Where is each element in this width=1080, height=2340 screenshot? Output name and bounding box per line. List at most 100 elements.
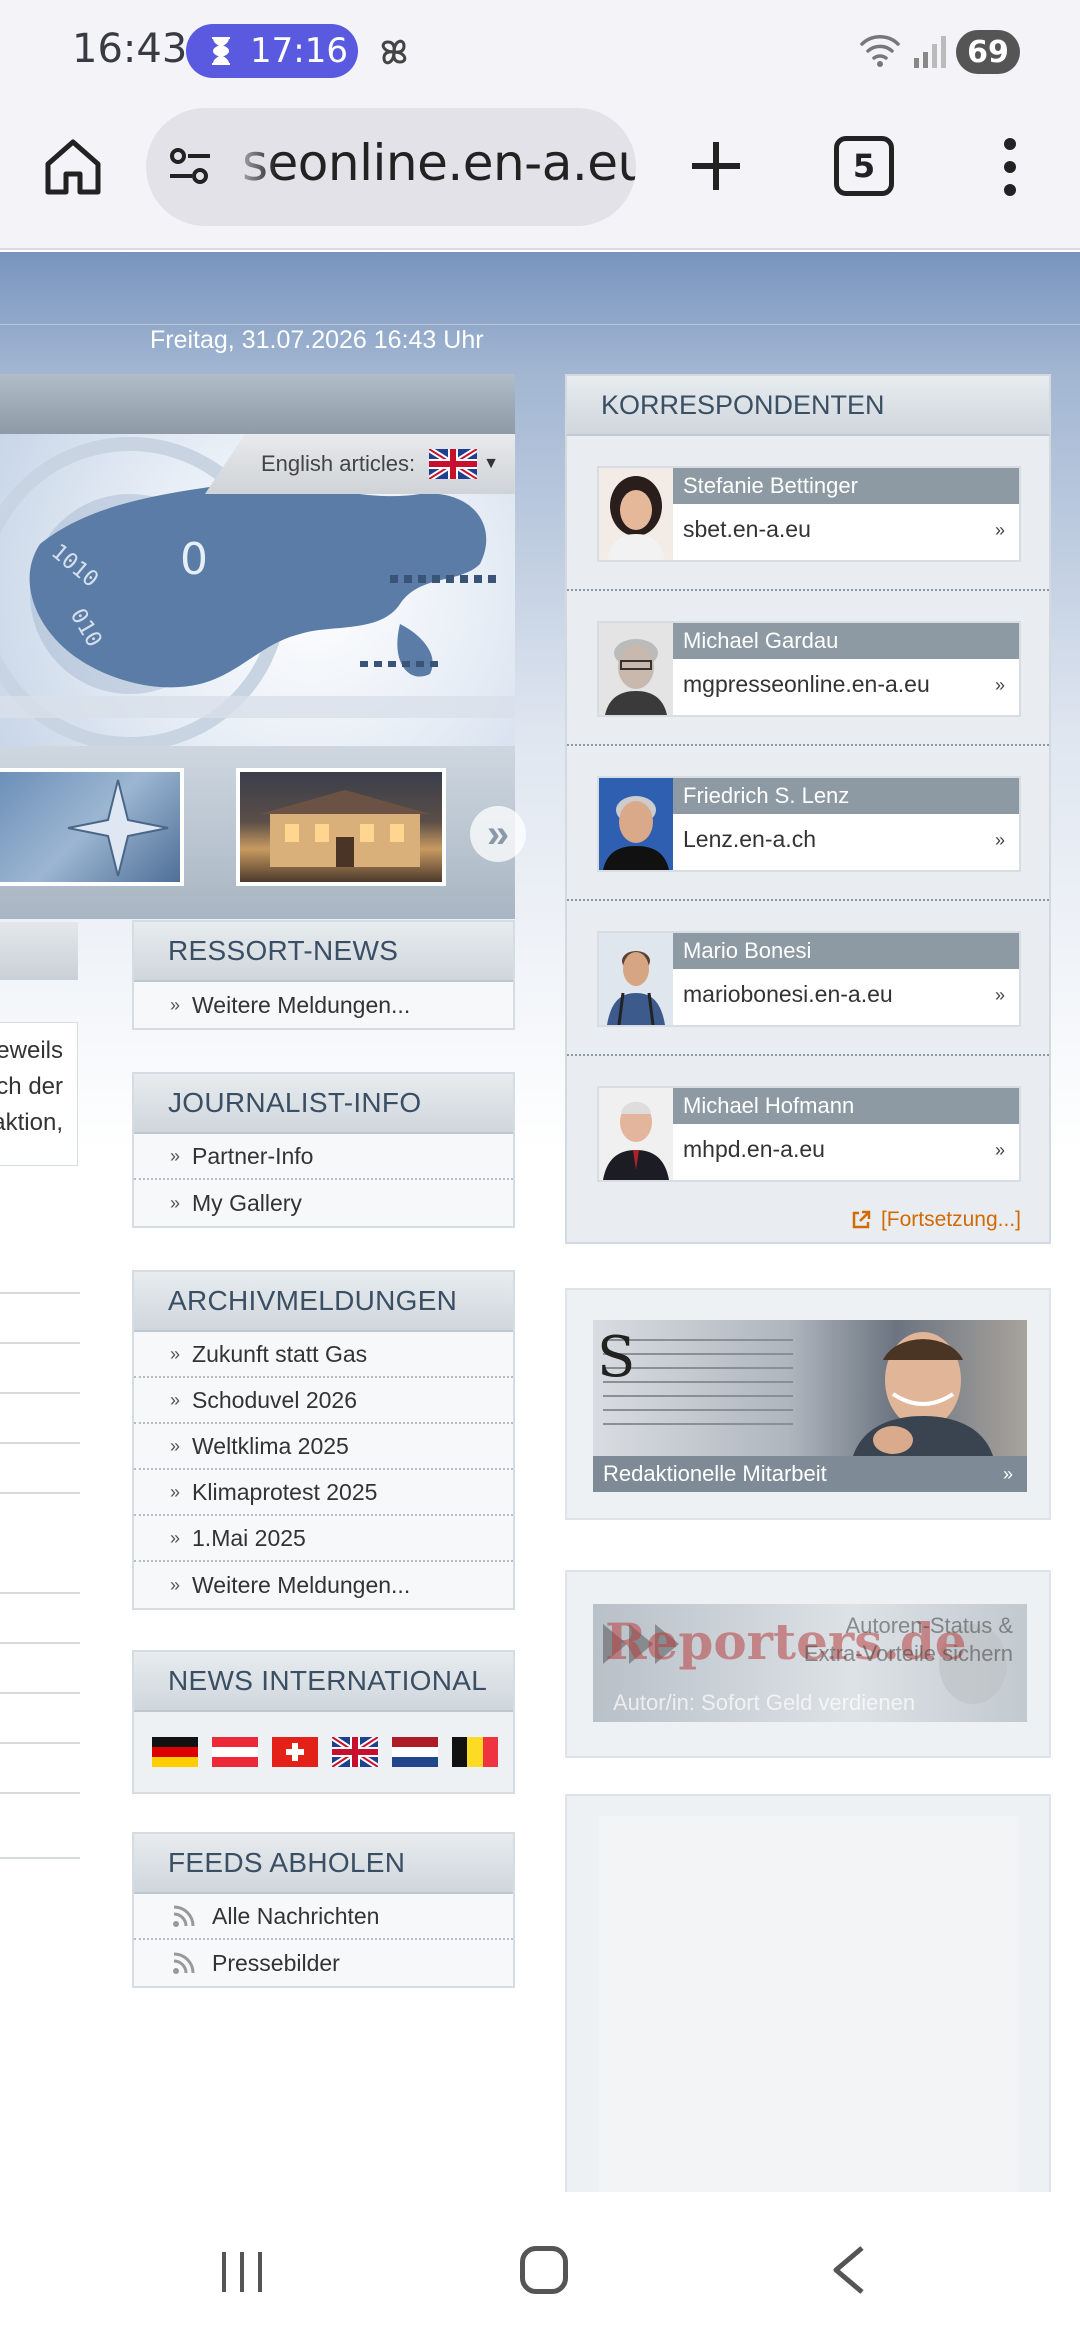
left-text-line: aktion, (0, 1109, 63, 1136)
feeds-box: FEEDS ABHOLEN Alle Nachrichten Pressebil… (132, 1832, 515, 1988)
avatar (599, 778, 673, 870)
home-icon[interactable] (40, 134, 106, 200)
avatar (599, 623, 673, 715)
link-label: Zukunft statt Gas (192, 1340, 368, 1367)
archive-link[interactable]: » Weltklima 2025 (134, 1424, 513, 1470)
correspondent-card[interactable]: Mario Bonesi mariobonesi.en-a.eu » (597, 931, 1021, 1027)
address-bar[interactable]: seonline.en-a.eu (146, 108, 636, 226)
ad-caption-text: Redaktionelle Mitarbeit (603, 1461, 827, 1486)
korrespondenten-title: KORRESPONDENTEN (567, 376, 1049, 436)
switzerland-flag-icon[interactable] (272, 1737, 318, 1767)
villa-thumbnail[interactable] (236, 768, 446, 886)
ad-line: Autoren-Status & (845, 1613, 1013, 1638)
archivmeldungen-title: ARCHIVMELDUNGEN (134, 1272, 513, 1332)
country-flags (134, 1712, 513, 1792)
tab-switcher-button[interactable]: 5 (834, 136, 894, 196)
new-tab-icon[interactable] (684, 134, 748, 198)
left-divider (0, 1742, 80, 1744)
belgium-flag-icon[interactable] (452, 1737, 498, 1767)
home-button[interactable] (520, 2246, 568, 2294)
archive-link[interactable]: » 1.Mai 2025 (134, 1516, 513, 1562)
chevron-right-icon: » (1002, 1463, 1013, 1484)
chevron-right-icon: » (994, 830, 1005, 850)
germany-flag-icon[interactable] (152, 1737, 198, 1767)
correspondent-card[interactable]: Michael Gardau mgpresseonline.en-a.eu » (597, 621, 1021, 717)
url-text: seonline.en-a.eu (242, 134, 636, 192)
svg-text:0: 0 (180, 534, 208, 585)
editorial-ad-caption[interactable]: Redaktionelle Mitarbeit » (593, 1456, 1027, 1492)
archive-link[interactable]: » Klimaprotest 2025 (134, 1470, 513, 1516)
link-label: My Gallery (192, 1189, 302, 1216)
ressort-news-more-link[interactable]: » Weitere Meldungen... (134, 982, 513, 1028)
english-articles-tab[interactable]: English articles: ▼ (205, 434, 515, 494)
more-label: [Fortsetzung...] (880, 1208, 1021, 1231)
ad-placeholder-box (565, 1794, 1051, 2192)
pinwheel-icon (381, 39, 407, 65)
avatar (599, 1088, 673, 1180)
ressort-news-title: RESSORT-NEWS (134, 922, 513, 982)
left-divider (0, 1792, 80, 1794)
archive-link[interactable]: » Zukunft statt Gas (134, 1332, 513, 1378)
austria-flag-icon[interactable] (212, 1737, 258, 1767)
chevron-right-icon: » (994, 985, 1005, 1005)
my-gallery-link[interactable]: » My Gallery (134, 1180, 513, 1226)
editorial-ad-box[interactable]: S Redaktionelle Mitarbeit » (565, 1288, 1051, 1520)
carousel-next-button[interactable]: » (470, 806, 526, 862)
correspondent-name: Michael Gardau (673, 623, 1019, 659)
archive-link[interactable]: » Schoduvel 2026 (134, 1378, 513, 1424)
correspondent-entry[interactable]: Michael Hofmann mhpd.en-a.eu » (567, 1056, 1049, 1211)
correspondent-entry[interactable]: Mario Bonesi mariobonesi.en-a.eu » (567, 901, 1049, 1056)
archivmeldungen-box: ARCHIVMELDUNGEN » Zukunft statt Gas » Scho… (132, 1270, 515, 1610)
archive-more-link[interactable]: » Weitere Meldungen... (134, 1562, 513, 1608)
link-label: 1.Mai 2025 (192, 1524, 306, 1551)
chevron-right-icon: » (170, 1389, 181, 1410)
correspondent-entry[interactable]: Stefanie Bettinger sbet.en-a.eu » (567, 436, 1049, 591)
link-label: Partner-Info (192, 1142, 314, 1169)
status-time: 16:43 (72, 26, 188, 72)
correspondent-card[interactable]: Friedrich S. Lenz Lenz.en-a.ch » (597, 776, 1021, 872)
signal-icon (914, 36, 946, 68)
left-divider (0, 1442, 80, 1444)
thumbnail-strip: » (0, 746, 526, 919)
correspondent-entry[interactable]: Friedrich S. Lenz Lenz.en-a.ch » (567, 746, 1049, 901)
back-icon[interactable] (828, 2244, 868, 2296)
compass-thumbnail[interactable] (0, 768, 184, 886)
correspondent-entry[interactable]: Michael Gardau mgpresseonline.en-a.eu » (567, 591, 1049, 746)
reporters-ad-box[interactable]: Reporters.de Autoren-Status & Extra-Vort… (565, 1570, 1051, 1758)
correspondent-card[interactable]: Michael Hofmann mhpd.en-a.eu » (597, 1086, 1021, 1182)
correspondent-name: Michael Hofmann (673, 1088, 1019, 1124)
netherlands-flag-icon[interactable] (392, 1737, 438, 1767)
correspondent-site: Lenz.en-a.ch (683, 826, 816, 852)
uk-flag-icon[interactable] (332, 1737, 378, 1767)
left-divider (0, 1642, 80, 1644)
site-settings-icon[interactable] (166, 146, 214, 188)
reporters-ad-subline: Autor/in: Sofort Geld verdienen (613, 1690, 916, 1715)
chevron-right-icon: » (170, 1192, 181, 1213)
correspondent-card[interactable]: Stefanie Bettinger sbet.en-a.eu » (597, 466, 1021, 562)
left-divider (0, 1857, 80, 1859)
focus-timer-badge[interactable]: 17:16 (186, 24, 358, 78)
villa-graphic (260, 790, 430, 867)
link-label: Weitere Meldungen... (192, 991, 411, 1018)
avatar (599, 933, 673, 1025)
partner-info-link[interactable]: » Partner-Info (134, 1134, 513, 1180)
feed-all-news-link[interactable]: Alle Nachrichten (134, 1894, 513, 1940)
chevron-right-icon: » (170, 1343, 181, 1364)
url-fade (226, 108, 276, 226)
more-menu-icon[interactable] (990, 136, 1030, 198)
correspondent-name: Friedrich S. Lenz (673, 778, 1019, 814)
chevron-right-icon: » (994, 675, 1005, 695)
link-label: Weltklima 2025 (192, 1432, 349, 1459)
correspondents-more-link[interactable]: [Fortsetzung...] (851, 1208, 1021, 1232)
feed-press-images-link[interactable]: Pressebilder (134, 1940, 513, 1986)
svg-text:S: S (597, 1325, 635, 1390)
left-text-line: eweils (0, 1037, 63, 1064)
left-box-header (0, 922, 78, 980)
chevron-right-icon: » (170, 1574, 181, 1595)
hero-banner: 1010 010 0 English articles: ▼ » (0, 374, 526, 919)
left-text-line: ch der (0, 1073, 63, 1100)
page-date: Freitag, 31.07.2026 16:43 Uhr (150, 326, 484, 354)
uk-flag-icon (429, 449, 478, 479)
recent-apps-icon[interactable] (218, 2248, 266, 2296)
chevron-right-icon: » (170, 1435, 181, 1456)
